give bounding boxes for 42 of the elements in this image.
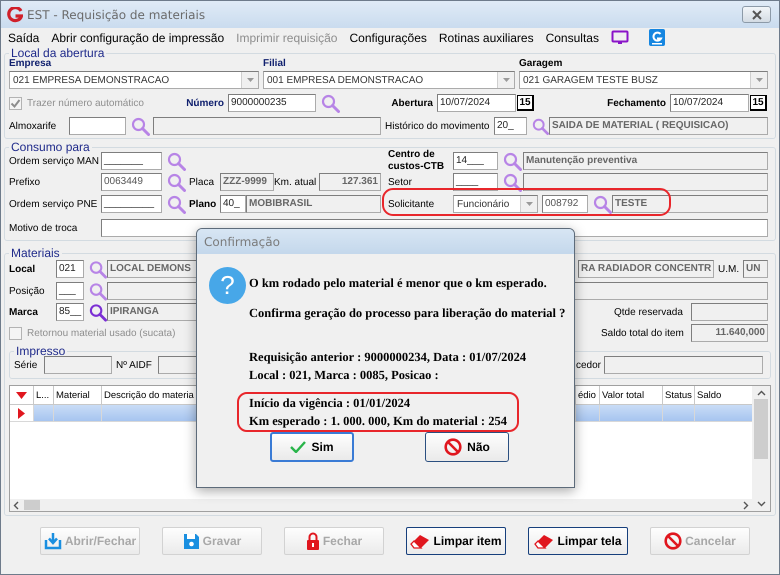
question-icon: ? (209, 267, 246, 304)
detail-text: Km esperado : 1. 000. 000, Km do material : 254 (249, 413, 507, 430)
detail-text: Início da vigência : 01/01/2024 (249, 395, 412, 412)
group-title: Impresso (15, 345, 66, 358)
field-label: Abertura (390, 98, 434, 108)
field-label: Setor (388, 176, 413, 188)
field-label: Plano (189, 198, 218, 210)
field-label: Almoxarife (9, 120, 58, 132)
message-text: O km rodado pelo material é menor que o km esperado. (249, 275, 548, 292)
checkbox-label: Trazer número automático (27, 98, 144, 108)
field-label: Prefixo (9, 176, 42, 188)
field-label: Centro de custos-CTB (388, 149, 446, 173)
field-label: Série (14, 360, 38, 370)
field-label: Número (185, 98, 225, 108)
field-label: Filial (263, 58, 287, 69)
field-label: cedor (576, 360, 602, 370)
field-label: Saldo total do item (601, 328, 685, 338)
question-text: Confirma geração do processo para liberação do material ? (249, 305, 566, 322)
field-label: Local (9, 264, 36, 274)
field-label: Posição (9, 286, 46, 296)
group-title: Consumo para (10, 141, 91, 154)
field-label: Fechamento (606, 98, 667, 108)
field-label: Marca (9, 306, 39, 318)
field-label: Placa (189, 176, 216, 188)
group-title: Local da abertura (11, 47, 106, 60)
field-label: Nº AIDF (115, 360, 153, 370)
field-label: U.M. (717, 264, 740, 274)
dialog-title: Confirmação (197, 229, 574, 254)
field-label: Qtde reservada (614, 306, 684, 318)
window-title: EST - Requisição de materiais (27, 8, 206, 22)
field-label: Motivo de troca (9, 222, 78, 234)
field-label: Ordem serviço PNE (9, 198, 98, 210)
field-label: Histórico do movimento (384, 120, 490, 132)
checkbox-label: Retornou material usado (sucata) (27, 328, 176, 338)
field-label: Ordem serviço MAN (9, 156, 100, 166)
field-label: Garagem (519, 58, 564, 69)
field-label: Solicitante (388, 198, 436, 210)
group-title: Materiais (10, 247, 61, 260)
field-label: Empresa (9, 58, 52, 69)
detail-text: Requisição anterior : 9000000234, Data : 01/07/2024 (249, 349, 526, 366)
detail-text: Local : 021, Marca : 0085, Posicao : (249, 367, 440, 384)
field-label: Km. atual (274, 176, 318, 188)
